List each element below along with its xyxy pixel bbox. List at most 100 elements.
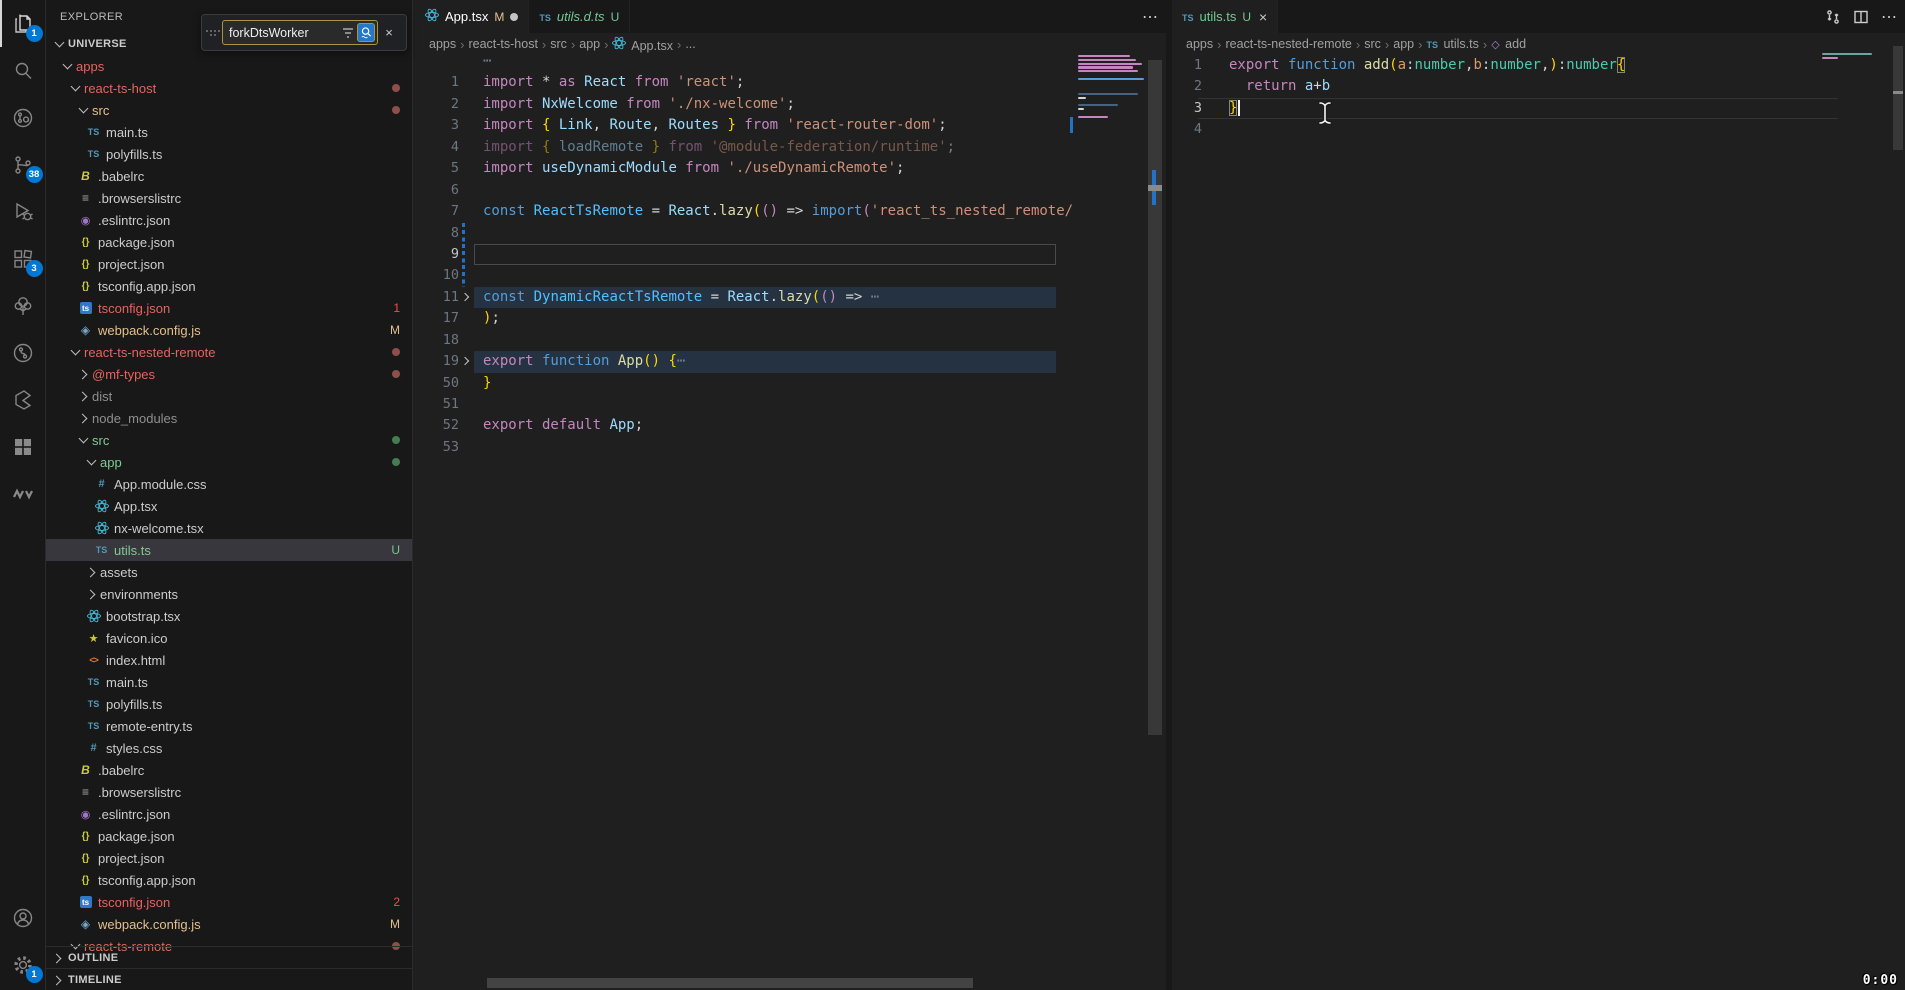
code-line[interactable]: 18 — [415, 330, 1166, 351]
tree-item-.babelrc[interactable]: B.babelrc — [46, 165, 412, 187]
breadcrumb-item[interactable]: TS utils.ts — [1426, 37, 1478, 51]
git-graph-activity-item[interactable] — [0, 329, 46, 376]
tree-item-apps[interactable]: apps — [46, 55, 412, 77]
waves-activity-item[interactable] — [0, 470, 46, 517]
extensions-activity-item[interactable]: 3 — [0, 235, 46, 282]
tree-item-nx-welcome.tsx[interactable]: nx-welcome.tsx — [46, 517, 412, 539]
breadcrumb-item[interactable]: app — [1393, 37, 1414, 51]
tree-item-app.tsx[interactable]: App.tsx — [46, 495, 412, 517]
account-activity-item[interactable] — [0, 894, 46, 941]
code-line[interactable]: 11const DynamicReactTsRemote = React.laz… — [415, 287, 1166, 308]
more-actions-icon[interactable]: ⋯ — [1142, 7, 1158, 27]
breadcrumb-item[interactable]: apps — [429, 37, 456, 51]
tree-item-tsconfig.json[interactable]: tstsconfig.json2 — [46, 891, 412, 913]
panel-timeline[interactable]: TIMELINE — [46, 968, 412, 990]
close-icon[interactable]: × — [1259, 9, 1267, 25]
tree-item-tsconfig.app.json[interactable]: {}tsconfig.app.json — [46, 869, 412, 891]
tree-item-app[interactable]: app — [46, 451, 412, 473]
breadcrumb-item[interactable]: ◇ add — [1491, 37, 1526, 51]
tree-item-bootstrap.tsx[interactable]: bootstrap.tsx — [46, 605, 412, 627]
drag-grip-icon[interactable] — [206, 30, 220, 36]
tree-item-main.ts[interactable]: TSmain.ts — [46, 671, 412, 693]
breadcrumb-item[interactable]: app — [579, 37, 600, 51]
code-line[interactable]: 19export function App() {⋯ — [415, 351, 1166, 372]
tree-item-assets[interactable]: assets — [46, 561, 412, 583]
tree-find-input[interactable]: forkDtsWorker — [222, 20, 378, 45]
code-line[interactable]: 7const ReactTsRemote = React.lazy(() => … — [415, 201, 1166, 222]
breadcrumb-item[interactable]: react-ts-nested-remote — [1225, 37, 1351, 51]
tree-find-value[interactable]: forkDtsWorker — [223, 26, 339, 40]
breadcrumb-item[interactable]: App.tsx — [612, 36, 672, 53]
tree-item-.eslintrc.json[interactable]: ◉.eslintrc.json — [46, 803, 412, 825]
code-line[interactable]: ⋯ — [415, 51, 1166, 72]
nx-console-activity-item[interactable] — [0, 94, 46, 141]
editor-left[interactable]: ⋯1import * as React from 'react';2import… — [415, 51, 1166, 458]
tree-item-.eslintrc.json[interactable]: ◉.eslintrc.json — [46, 209, 412, 231]
tree-item-styles.css[interactable]: #styles.css — [46, 737, 412, 759]
tree-item-package.json[interactable]: {}package.json — [46, 231, 412, 253]
code-line[interactable]: 51 — [415, 394, 1166, 415]
compare-changes-icon[interactable] — [1825, 9, 1841, 25]
run-debug-activity-item[interactable] — [0, 188, 46, 235]
breadcrumb-item[interactable]: src — [550, 37, 567, 51]
editor-right[interactable]: 1export function add(a:number,b:number,)… — [1172, 55, 1905, 141]
tree-item-project.json[interactable]: {}project.json — [46, 253, 412, 275]
code-line[interactable]: 17); — [415, 308, 1166, 329]
minimap-left[interactable] — [1078, 55, 1148, 119]
buf-activity-item[interactable] — [0, 376, 46, 423]
panel-outline[interactable]: OUTLINE — [46, 946, 412, 968]
code-line[interactable]: 50} — [415, 373, 1166, 394]
tree-item-src[interactable]: src — [46, 429, 412, 451]
tree-item-polyfills.ts[interactable]: TSpolyfills.ts — [46, 693, 412, 715]
tree-item-.browserslistrc[interactable]: ≡.browserslistrc — [46, 781, 412, 803]
tree-item-remote-entry.ts[interactable]: TSremote-entry.ts — [46, 715, 412, 737]
tree-item-package.json[interactable]: {}package.json — [46, 825, 412, 847]
vertical-scrollbar-left[interactable] — [1148, 60, 1162, 735]
code-line[interactable]: 2 return a+b — [1172, 76, 1905, 97]
split-editor-icon[interactable] — [1853, 9, 1869, 25]
close-icon[interactable]: × — [378, 25, 400, 40]
tree-item-environments[interactable]: environments — [46, 583, 412, 605]
breadcrumb-item[interactable]: ... — [685, 37, 695, 51]
breadcrumb-item[interactable]: src — [1364, 37, 1381, 51]
source-control-activity-item[interactable]: 38 — [0, 141, 46, 188]
tree-item-tsconfig.json[interactable]: tstsconfig.json1 — [46, 297, 412, 319]
tab-App-tsx[interactable]: App.tsxM — [415, 0, 529, 33]
breadcrumb-item[interactable]: apps — [1186, 37, 1213, 51]
vertical-scrollbar-right[interactable] — [1893, 46, 1903, 150]
breadcrumb-item[interactable]: react-ts-host — [468, 37, 537, 51]
code-line[interactable]: 1import * as React from 'react'; — [415, 72, 1166, 93]
more-actions-icon[interactable]: ⋯ — [1881, 7, 1897, 27]
tree-item-polyfills.ts[interactable]: TSpolyfills.ts — [46, 143, 412, 165]
tree-item-project.json[interactable]: {}project.json — [46, 847, 412, 869]
code-line[interactable]: 10 — [415, 265, 1166, 286]
code-line[interactable]: 53 — [415, 437, 1166, 458]
search-activity-item[interactable] — [0, 47, 46, 94]
tab-utils-ts[interactable]: TSutils.tsU× — [1172, 0, 1278, 33]
code-line[interactable]: 4 — [1172, 119, 1905, 140]
code-line[interactable]: 3} — [1172, 98, 1905, 119]
tree-item-favicon.ico[interactable]: ★favicon.ico — [46, 627, 412, 649]
tree-item-node-modules[interactable]: node_modules — [46, 407, 412, 429]
fuzzy-search-icon[interactable] — [357, 23, 375, 42]
todo-tree-activity-item[interactable] — [0, 282, 46, 329]
tree-item-.babelrc[interactable]: B.babelrc — [46, 759, 412, 781]
tab-utils-d-ts[interactable]: TSutils.d.tsU — [529, 0, 630, 33]
explorer-activity-item[interactable]: 1 — [0, 0, 46, 47]
settings-activity-item[interactable]: 1 — [0, 941, 46, 988]
tree-item-src[interactable]: src — [46, 99, 412, 121]
code-line[interactable]: 52export default App; — [415, 415, 1166, 436]
tree-item-.browserslistrc[interactable]: ≡.browserslistrc — [46, 187, 412, 209]
horizontal-scrollbar-left[interactable] — [487, 978, 973, 988]
grid-activity-item[interactable] — [0, 423, 46, 470]
code-line[interactable]: 5import useDynamicModule from './useDyna… — [415, 158, 1166, 179]
filter-icon[interactable] — [339, 23, 357, 42]
tree-item-react-ts-nested-remote[interactable]: react-ts-nested-remote — [46, 341, 412, 363]
code-line[interactable]: 2import NxWelcome from './nx-welcome'; — [415, 94, 1166, 115]
tree-item-index.html[interactable]: <>index.html — [46, 649, 412, 671]
code-line[interactable]: 3import { Link, Route, Routes } from 're… — [415, 115, 1166, 136]
tree-item-app.module.css[interactable]: #App.module.css — [46, 473, 412, 495]
tree-item-utils.ts[interactable]: TSutils.tsU — [46, 539, 412, 561]
code-line[interactable]: 9 — [415, 244, 1166, 265]
tree-item-main.ts[interactable]: TSmain.ts — [46, 121, 412, 143]
